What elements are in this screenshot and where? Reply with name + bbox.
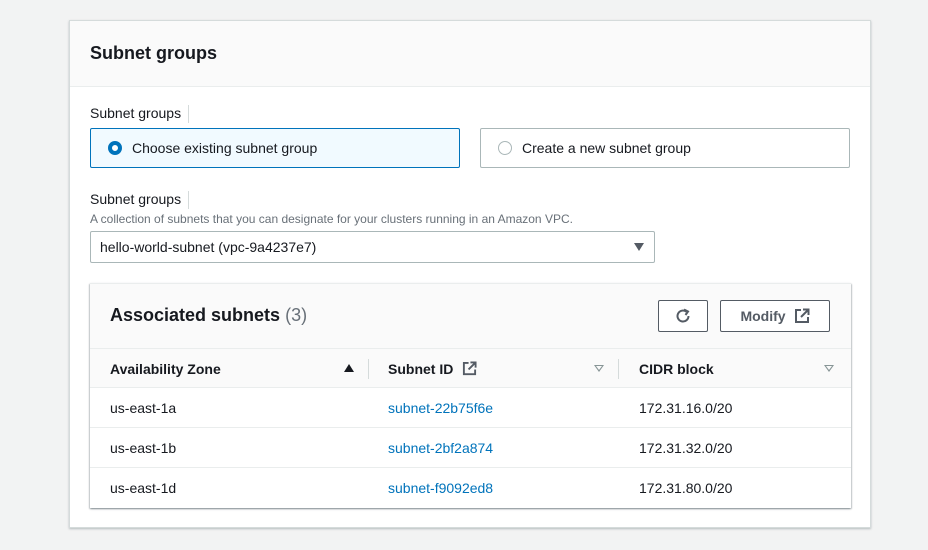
refresh-icon <box>676 308 690 323</box>
subnet-id-link[interactable]: subnet-2bf2a874 <box>388 428 493 468</box>
subnet-group-select[interactable]: hello-world-subnet (vpc-9a4237e7) <box>90 231 655 263</box>
sort-none-icon[interactable] <box>594 365 604 372</box>
column-headers: Availability Zone Subnet ID CIDR block <box>90 349 851 388</box>
subnet-id-link[interactable]: subnet-f9092ed8 <box>388 468 493 508</box>
modify-button[interactable]: Modify <box>720 300 830 332</box>
radio-unchecked-icon[interactable] <box>498 141 512 155</box>
subnet-id-link[interactable]: subnet-22b75f6e <box>388 388 493 428</box>
caret-down-icon <box>634 243 644 251</box>
table-header: Associated subnets (3) Modify <box>90 284 851 349</box>
cell-availability-zone: us-east-1d <box>110 480 177 496</box>
associated-subnets-table: Associated subnets (3) Modify Availabili… <box>90 283 851 508</box>
table-row: us-east-1a subnet-22b75f6e 172.31.16.0/2… <box>90 388 851 428</box>
subnet-count: (3) <box>285 305 308 325</box>
create-new-label: Create a new subnet group <box>522 140 691 156</box>
subnet-group-choice-label: Subnet groups <box>90 105 190 124</box>
column-availability-zone[interactable]: Availability Zone <box>110 349 355 388</box>
table-row: us-east-1b subnet-2bf2a874 172.31.32.0/2… <box>90 428 851 468</box>
refresh-button[interactable] <box>658 300 708 332</box>
external-link-icon <box>794 308 810 323</box>
choose-existing-label: Choose existing subnet group <box>132 140 318 156</box>
column-subnet-id[interactable]: Subnet ID <box>388 349 598 388</box>
column-divider[interactable] <box>618 359 619 379</box>
cell-availability-zone: us-east-1a <box>110 400 177 416</box>
table-row: us-east-1d subnet-f9092ed8 172.31.80.0/2… <box>90 468 851 508</box>
label-divider <box>188 105 190 124</box>
subnet-group-select-value: hello-world-subnet (vpc-9a4237e7) <box>100 239 317 255</box>
subnet-group-description: A collection of subnets that you can des… <box>90 212 573 226</box>
cell-cidr-block: 172.31.80.0/20 <box>639 480 733 496</box>
label-divider <box>188 191 190 210</box>
subnet-group-select-label: Subnet groups <box>90 191 190 210</box>
sort-ascending-icon[interactable] <box>344 364 354 372</box>
create-new-tile[interactable]: Create a new subnet group <box>480 128 850 168</box>
modify-label: Modify <box>740 308 786 324</box>
cell-cidr-block: 172.31.16.0/20 <box>639 400 733 416</box>
cell-cidr-block: 172.31.32.0/20 <box>639 440 733 456</box>
table-title: Associated subnets (3) <box>110 305 308 325</box>
panel-title: Subnet groups <box>90 43 217 63</box>
panel-header: Subnet groups <box>70 21 870 87</box>
choose-existing-tile[interactable]: Choose existing subnet group <box>90 128 460 168</box>
column-divider[interactable] <box>368 359 369 379</box>
radio-checked-icon[interactable] <box>108 141 122 155</box>
column-cidr-block[interactable]: CIDR block <box>639 349 819 388</box>
sort-none-icon[interactable] <box>824 365 834 372</box>
subnet-groups-panel: Subnet groups Subnet groups Choose exist… <box>69 20 871 528</box>
cell-availability-zone: us-east-1b <box>110 440 177 456</box>
external-link-icon <box>463 361 477 376</box>
